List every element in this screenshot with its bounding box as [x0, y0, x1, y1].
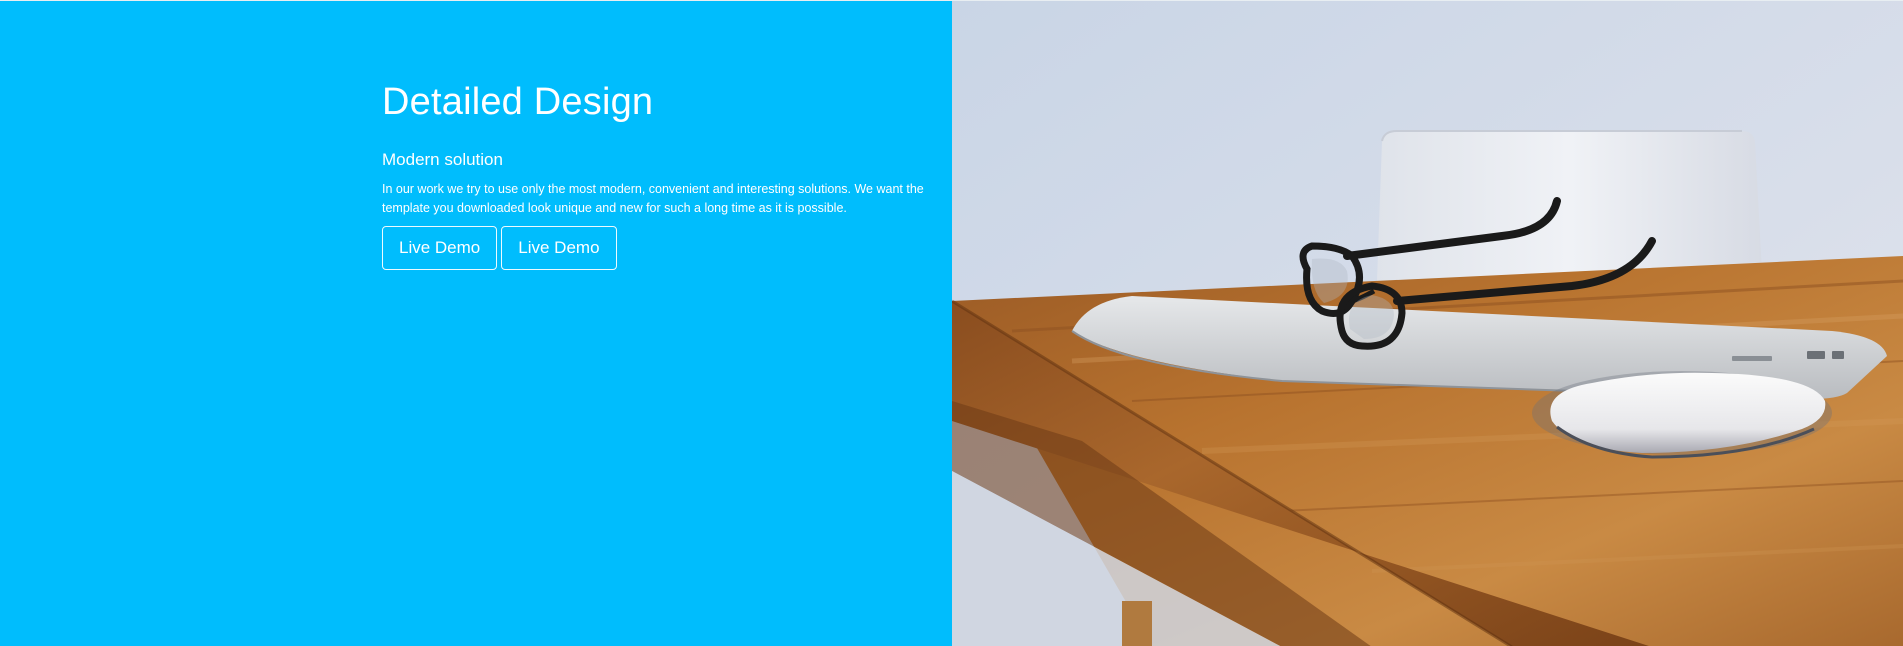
hero-text-panel: Detailed Design Modern solution In our w…: [0, 1, 952, 646]
button-row: Live Demo Live Demo: [382, 226, 932, 270]
hero-section: Detailed Design Modern solution In our w…: [0, 0, 1903, 646]
hero-content: Detailed Design Modern solution In our w…: [382, 79, 932, 270]
live-demo-button-secondary[interactable]: Live Demo: [501, 226, 617, 270]
hero-subtitle: Modern solution: [382, 150, 503, 169]
hero-description: In our work we try to use only the most …: [382, 182, 924, 215]
hero-image: [952, 1, 1903, 646]
desk-photo: [952, 1, 1903, 646]
live-demo-button[interactable]: Live Demo: [382, 226, 498, 270]
hero-title: Detailed Design: [382, 81, 654, 123]
